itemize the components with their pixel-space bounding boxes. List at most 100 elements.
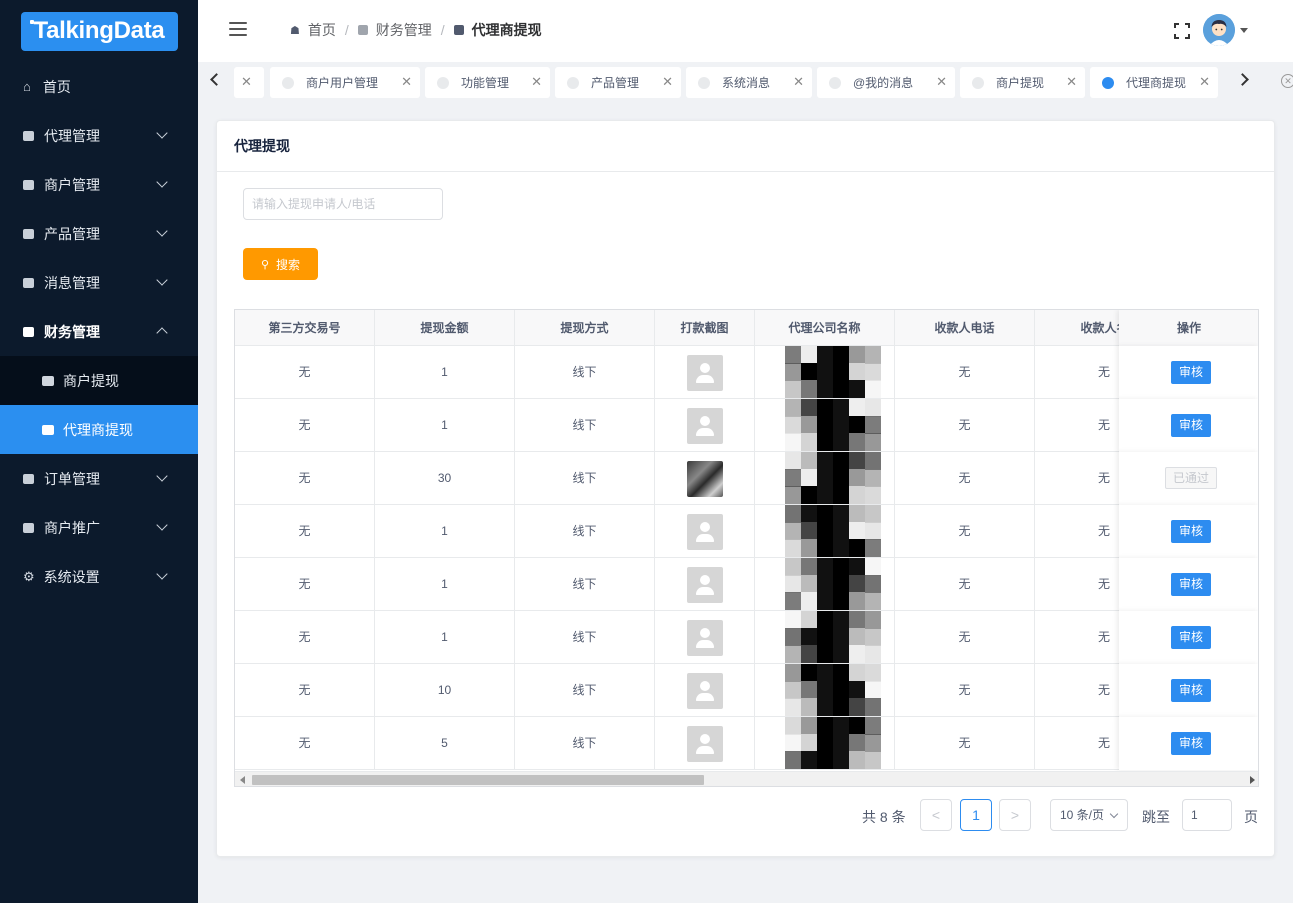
approved-button: 已通过 bbox=[1165, 467, 1217, 489]
sidebar-item-label: 财务管理 bbox=[44, 323, 100, 340]
sidebar-item-4[interactable]: 消息管理 bbox=[0, 258, 198, 307]
logo[interactable]: TalkingData bbox=[20, 11, 178, 51]
audit-button[interactable]: 审核 bbox=[1171, 679, 1211, 702]
redaction-pixel bbox=[849, 346, 865, 364]
redaction-pixel bbox=[849, 751, 865, 769]
tag-partial[interactable]: ✕ bbox=[234, 67, 264, 98]
sidebar-item-5[interactable]: 财务管理 bbox=[0, 307, 198, 356]
sidebar-item-8[interactable]: ⚙ 系统设置 bbox=[0, 552, 198, 601]
scroll-left-icon[interactable] bbox=[240, 776, 245, 784]
close-all-icon[interactable]: ✕ bbox=[1281, 74, 1293, 88]
screenshot-thumbnail[interactable] bbox=[687, 355, 723, 391]
horizontal-scrollbar[interactable] bbox=[235, 771, 1258, 786]
chevron-right-icon[interactable] bbox=[1236, 73, 1249, 86]
redaction-pixel bbox=[785, 734, 801, 752]
table-cell: 无 bbox=[235, 664, 375, 717]
avatar[interactable] bbox=[1203, 14, 1235, 46]
gear-icon: ⚙ bbox=[23, 569, 35, 584]
redaction-pixel bbox=[865, 363, 881, 381]
table-row: 无 10 线下 无 无 审核 bbox=[235, 664, 1258, 717]
table-cell: 审核 bbox=[1119, 664, 1258, 717]
redaction-pixel bbox=[817, 611, 833, 629]
pagination-page-1[interactable]: 1 bbox=[960, 799, 992, 831]
tab-3[interactable]: 系统消息 ✕ bbox=[686, 67, 812, 98]
table-cell bbox=[655, 558, 755, 611]
screenshot-thumbnail[interactable] bbox=[687, 620, 723, 656]
close-icon[interactable]: ✕ bbox=[401, 75, 412, 88]
screenshot-thumbnail[interactable] bbox=[687, 567, 723, 603]
redaction-pixel bbox=[785, 346, 801, 364]
close-icon[interactable]: ✕ bbox=[1199, 75, 1210, 88]
audit-button[interactable]: 审核 bbox=[1171, 732, 1211, 755]
close-icon[interactable]: ✕ bbox=[1066, 75, 1077, 88]
chevron-up-icon bbox=[156, 327, 168, 339]
redaction-pixel bbox=[865, 558, 881, 576]
tab-2[interactable]: 产品管理 ✕ bbox=[555, 67, 681, 98]
audit-button[interactable]: 审核 bbox=[1171, 520, 1211, 543]
table-cell: 线下 bbox=[515, 558, 655, 611]
redaction-pixel bbox=[817, 575, 833, 593]
cell-text: 5 bbox=[441, 736, 448, 750]
table-cell: 无 bbox=[235, 399, 375, 452]
redaction-pixel bbox=[849, 698, 865, 716]
screenshot-thumbnail[interactable] bbox=[687, 673, 723, 709]
pagination-next-button[interactable]: > bbox=[999, 799, 1031, 831]
sidebar-item-2[interactable]: 商户管理 bbox=[0, 160, 198, 209]
sidebar-item-7[interactable]: 商户推广 bbox=[0, 503, 198, 552]
redaction-pixel bbox=[865, 664, 881, 682]
close-icon[interactable]: ✕ bbox=[662, 75, 673, 88]
search-button[interactable]: ⚲ 搜索 bbox=[243, 248, 318, 280]
jump-page-input[interactable]: 1 bbox=[1182, 799, 1232, 831]
audit-button[interactable]: 审核 bbox=[1171, 361, 1211, 384]
fullscreen-icon[interactable] bbox=[1174, 23, 1190, 39]
sidebar-item-6[interactable]: 订单管理 bbox=[0, 454, 198, 503]
pagination-prev-button[interactable]: < bbox=[920, 799, 952, 831]
menu-toggle-icon[interactable] bbox=[229, 22, 247, 36]
sidebar-item-1[interactable]: 代理管理 bbox=[0, 111, 198, 160]
redaction-pixel bbox=[865, 734, 881, 752]
chevron-left-icon[interactable] bbox=[210, 73, 223, 86]
sidebar-item-3[interactable]: 产品管理 bbox=[0, 209, 198, 258]
redaction-pixel bbox=[849, 717, 865, 735]
scrollbar-thumb[interactable] bbox=[252, 775, 704, 785]
redaction-pixel bbox=[849, 645, 865, 663]
close-icon[interactable]: ✕ bbox=[793, 75, 804, 88]
redaction-pixel bbox=[833, 698, 849, 716]
sidebar-subitem-1[interactable]: 代理商提现 bbox=[0, 405, 198, 454]
table-cell: 审核 bbox=[1119, 558, 1258, 611]
page-size-select[interactable]: 10 条/页 bbox=[1050, 799, 1128, 831]
screenshot-thumbnail[interactable] bbox=[687, 726, 723, 762]
tab-1[interactable]: 功能管理 ✕ bbox=[425, 67, 550, 98]
redaction-pixel bbox=[833, 346, 849, 364]
scroll-right-icon[interactable] bbox=[1250, 776, 1255, 784]
tab-4[interactable]: @我的消息 ✕ bbox=[817, 67, 955, 98]
chevron-right-icon: > bbox=[1010, 807, 1020, 823]
audit-button[interactable]: 审核 bbox=[1171, 414, 1211, 437]
folder-icon bbox=[42, 424, 54, 435]
sidebar-item-0[interactable]: ⌂ 首页 bbox=[0, 62, 198, 111]
redaction-pixel bbox=[817, 363, 833, 381]
redaction-pixel bbox=[865, 380, 881, 398]
sidebar-subitem-0[interactable]: 商户提现 bbox=[0, 356, 198, 405]
tab-5[interactable]: 商户提现 ✕ bbox=[960, 67, 1085, 98]
tab-label: 代理商提现 bbox=[1126, 76, 1187, 90]
redaction-pixel bbox=[865, 433, 881, 451]
redaction-pixel bbox=[817, 592, 833, 610]
screenshot-thumbnail[interactable] bbox=[687, 408, 723, 444]
close-icon[interactable]: ✕ bbox=[531, 75, 542, 88]
breadcrumb-item-finance[interactable]: 财务管理 bbox=[376, 20, 432, 40]
caret-down-icon[interactable] bbox=[1240, 28, 1248, 33]
audit-button[interactable]: 审核 bbox=[1171, 573, 1211, 596]
breadcrumb-item-home[interactable]: 首页 bbox=[308, 20, 336, 40]
search-input[interactable] bbox=[243, 188, 443, 220]
redaction-pixel bbox=[849, 664, 865, 682]
tab-0[interactable]: 商户用户管理 ✕ bbox=[270, 67, 420, 98]
tab-6[interactable]: 代理商提现 ✕ bbox=[1090, 67, 1218, 98]
screenshot-thumbnail[interactable] bbox=[687, 461, 723, 497]
audit-button[interactable]: 审核 bbox=[1171, 626, 1211, 649]
redaction-pixel bbox=[785, 751, 801, 769]
close-icon[interactable]: ✕ bbox=[936, 75, 947, 88]
redaction-pixel bbox=[833, 734, 849, 752]
close-icon[interactable]: ✕ bbox=[241, 75, 252, 88]
screenshot-thumbnail[interactable] bbox=[687, 514, 723, 550]
